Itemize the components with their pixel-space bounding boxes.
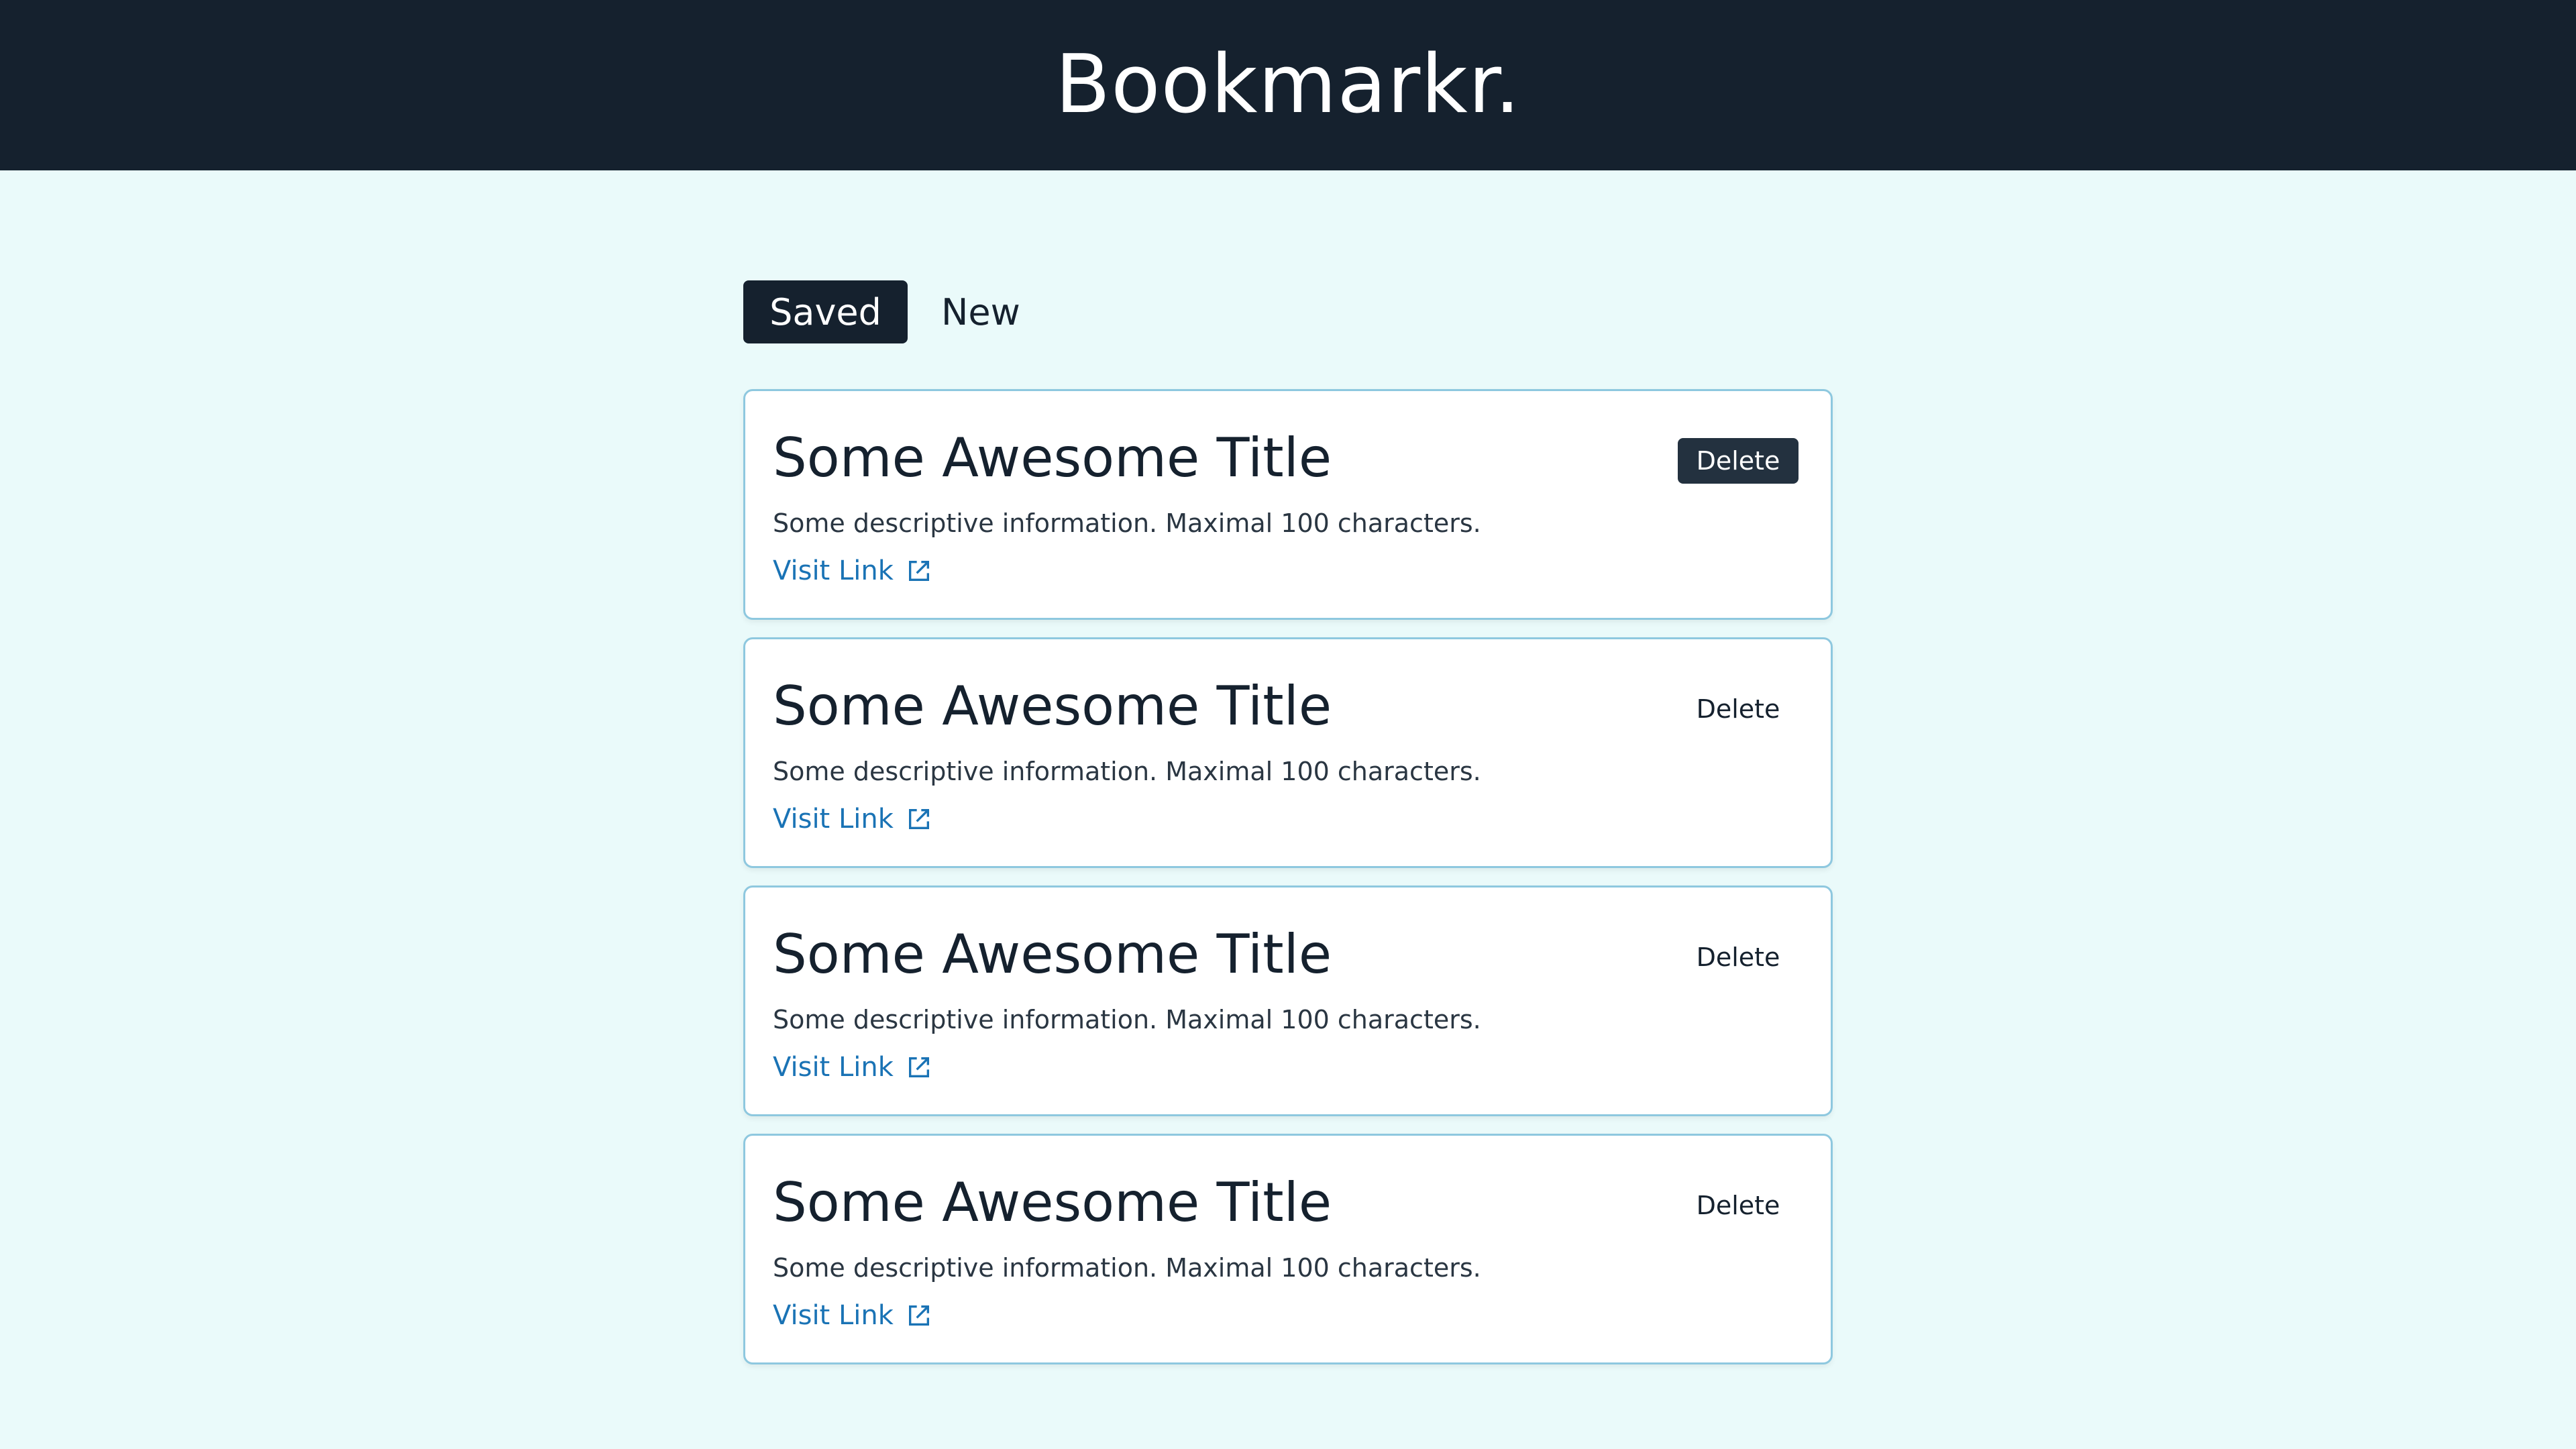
delete-button[interactable]: Delete	[1678, 934, 1799, 980]
bookmark-title: Some Awesome Title	[773, 1171, 1332, 1234]
bookmark-list: Some Awesome Title Some descriptive info…	[743, 389, 1833, 1382]
tab-new[interactable]: New	[929, 280, 1032, 343]
bookmark-tabs: Saved New	[743, 280, 1032, 343]
bookmark-title: Some Awesome Title	[773, 427, 1332, 489]
external-link-icon	[908, 1057, 929, 1077]
bookmark-description: Some descriptive information. Maximal 10…	[773, 757, 1481, 786]
visit-link-label: Visit Link	[773, 555, 894, 586]
delete-button[interactable]: Delete	[1678, 1183, 1799, 1228]
delete-button[interactable]: Delete	[1678, 438, 1799, 484]
visit-link[interactable]: Visit Link	[773, 1302, 932, 1329]
bookmark-description: Some descriptive information. Maximal 10…	[773, 1253, 1481, 1283]
bookmark-title: Some Awesome Title	[773, 675, 1332, 737]
app-header: Bookmarkr.	[0, 0, 2576, 170]
bookmark-description: Some descriptive information. Maximal 10…	[773, 1005, 1481, 1034]
delete-button[interactable]: Delete	[1678, 686, 1799, 732]
bookmark-card: Some Awesome Title Some descriptive info…	[743, 1134, 1833, 1364]
visit-link[interactable]: Visit Link	[773, 557, 932, 584]
visit-link[interactable]: Visit Link	[773, 806, 932, 833]
external-link-icon	[908, 561, 929, 581]
tab-saved[interactable]: Saved	[743, 280, 908, 343]
visit-link-label: Visit Link	[773, 804, 894, 835]
external-link-icon	[908, 1305, 929, 1326]
visit-link[interactable]: Visit Link	[773, 1054, 932, 1081]
visit-link-label: Visit Link	[773, 1052, 894, 1083]
visit-link-label: Visit Link	[773, 1300, 894, 1331]
bookmark-card: Some Awesome Title Some descriptive info…	[743, 885, 1833, 1116]
app-title: Bookmarkr.	[1055, 38, 1521, 131]
bookmark-description: Some descriptive information. Maximal 10…	[773, 508, 1481, 538]
bookmark-card: Some Awesome Title Some descriptive info…	[743, 637, 1833, 868]
bookmark-title: Some Awesome Title	[773, 923, 1332, 985]
bookmark-card: Some Awesome Title Some descriptive info…	[743, 389, 1833, 620]
external-link-icon	[908, 809, 929, 829]
